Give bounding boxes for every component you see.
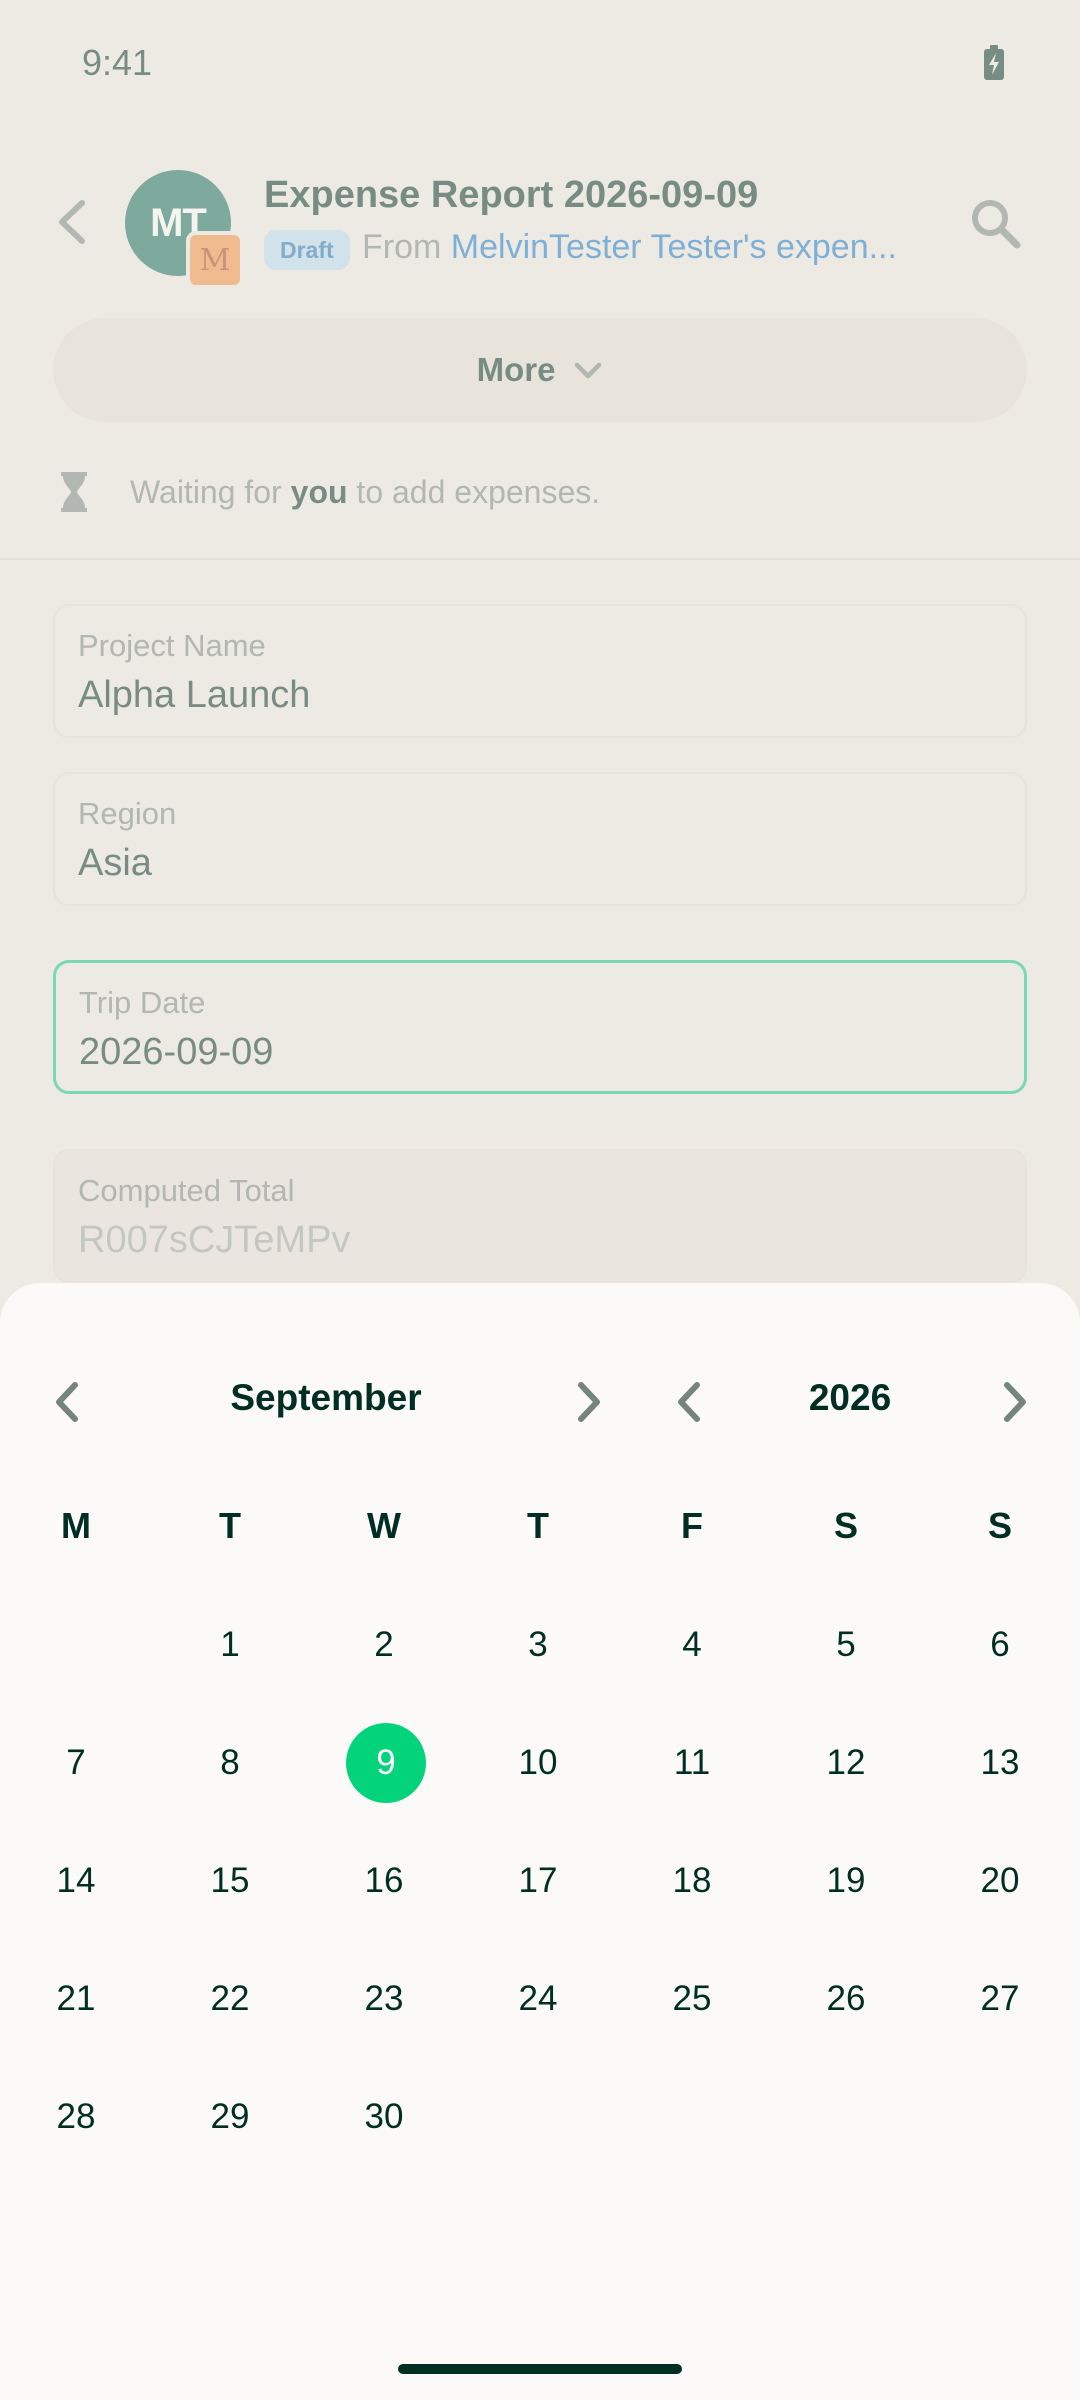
calendar-day[interactable]: 2 — [344, 1605, 424, 1685]
calendar-day[interactable]: 21 — [36, 1959, 116, 2039]
weekday-label: F — [681, 1505, 703, 1546]
calendar-day-selected[interactable]: 9 — [346, 1723, 426, 1803]
calendar-day[interactable]: 14 — [36, 1841, 116, 1921]
calendar-day[interactable]: 6 — [960, 1605, 1040, 1685]
calendar-day[interactable]: 19 — [806, 1841, 886, 1921]
calendar-day[interactable]: 5 — [806, 1605, 886, 1685]
prev-month-button[interactable] — [42, 1376, 94, 1428]
calendar-day[interactable]: 20 — [960, 1841, 1040, 1921]
calendar-day[interactable]: 24 — [498, 1959, 578, 2039]
calendar-day[interactable]: 7 — [36, 1723, 116, 1803]
home-indicator[interactable] — [398, 2364, 682, 2374]
calendar-day[interactable]: 17 — [498, 1841, 578, 1921]
calendar-day[interactable]: 8 — [190, 1723, 270, 1803]
calendar-day[interactable]: 10 — [498, 1723, 578, 1803]
calendar-day[interactable]: 23 — [344, 1959, 424, 2039]
weekday-label: T — [527, 1505, 549, 1546]
calendar-day[interactable]: 4 — [652, 1605, 732, 1685]
year-label: 2026 — [808, 1377, 892, 1418]
modal-backdrop[interactable] — [0, 0, 1080, 1285]
calendar-day[interactable]: 25 — [652, 1959, 732, 2039]
calendar-day[interactable]: 28 — [36, 2077, 116, 2157]
prev-year-button[interactable] — [664, 1376, 716, 1428]
next-month-button[interactable] — [562, 1376, 614, 1428]
weekday-label: W — [367, 1505, 401, 1546]
calendar-day[interactable]: 15 — [190, 1841, 270, 1921]
calendar-day[interactable]: 1 — [190, 1605, 270, 1685]
calendar-day[interactable]: 26 — [806, 1959, 886, 2039]
weekday-label: S — [833, 1505, 858, 1546]
weekday-label: M — [61, 1505, 91, 1546]
weekday-label: S — [987, 1505, 1012, 1546]
calendar-day[interactable]: 27 — [960, 1959, 1040, 2039]
calendar-day[interactable]: 12 — [806, 1723, 886, 1803]
calendar-day[interactable]: 22 — [190, 1959, 270, 2039]
next-year-button[interactable] — [988, 1376, 1040, 1428]
calendar-day[interactable]: 13 — [960, 1723, 1040, 1803]
calendar-day[interactable]: 11 — [652, 1723, 732, 1803]
weekday-label: T — [219, 1505, 241, 1546]
calendar-day[interactable]: 16 — [344, 1841, 424, 1921]
month-label: September — [230, 1377, 422, 1418]
calendar-day[interactable]: 3 — [498, 1605, 578, 1685]
calendar-day[interactable]: 30 — [344, 2077, 424, 2157]
calendar-day[interactable]: 29 — [190, 2077, 270, 2157]
calendar-day[interactable]: 18 — [652, 1841, 732, 1921]
